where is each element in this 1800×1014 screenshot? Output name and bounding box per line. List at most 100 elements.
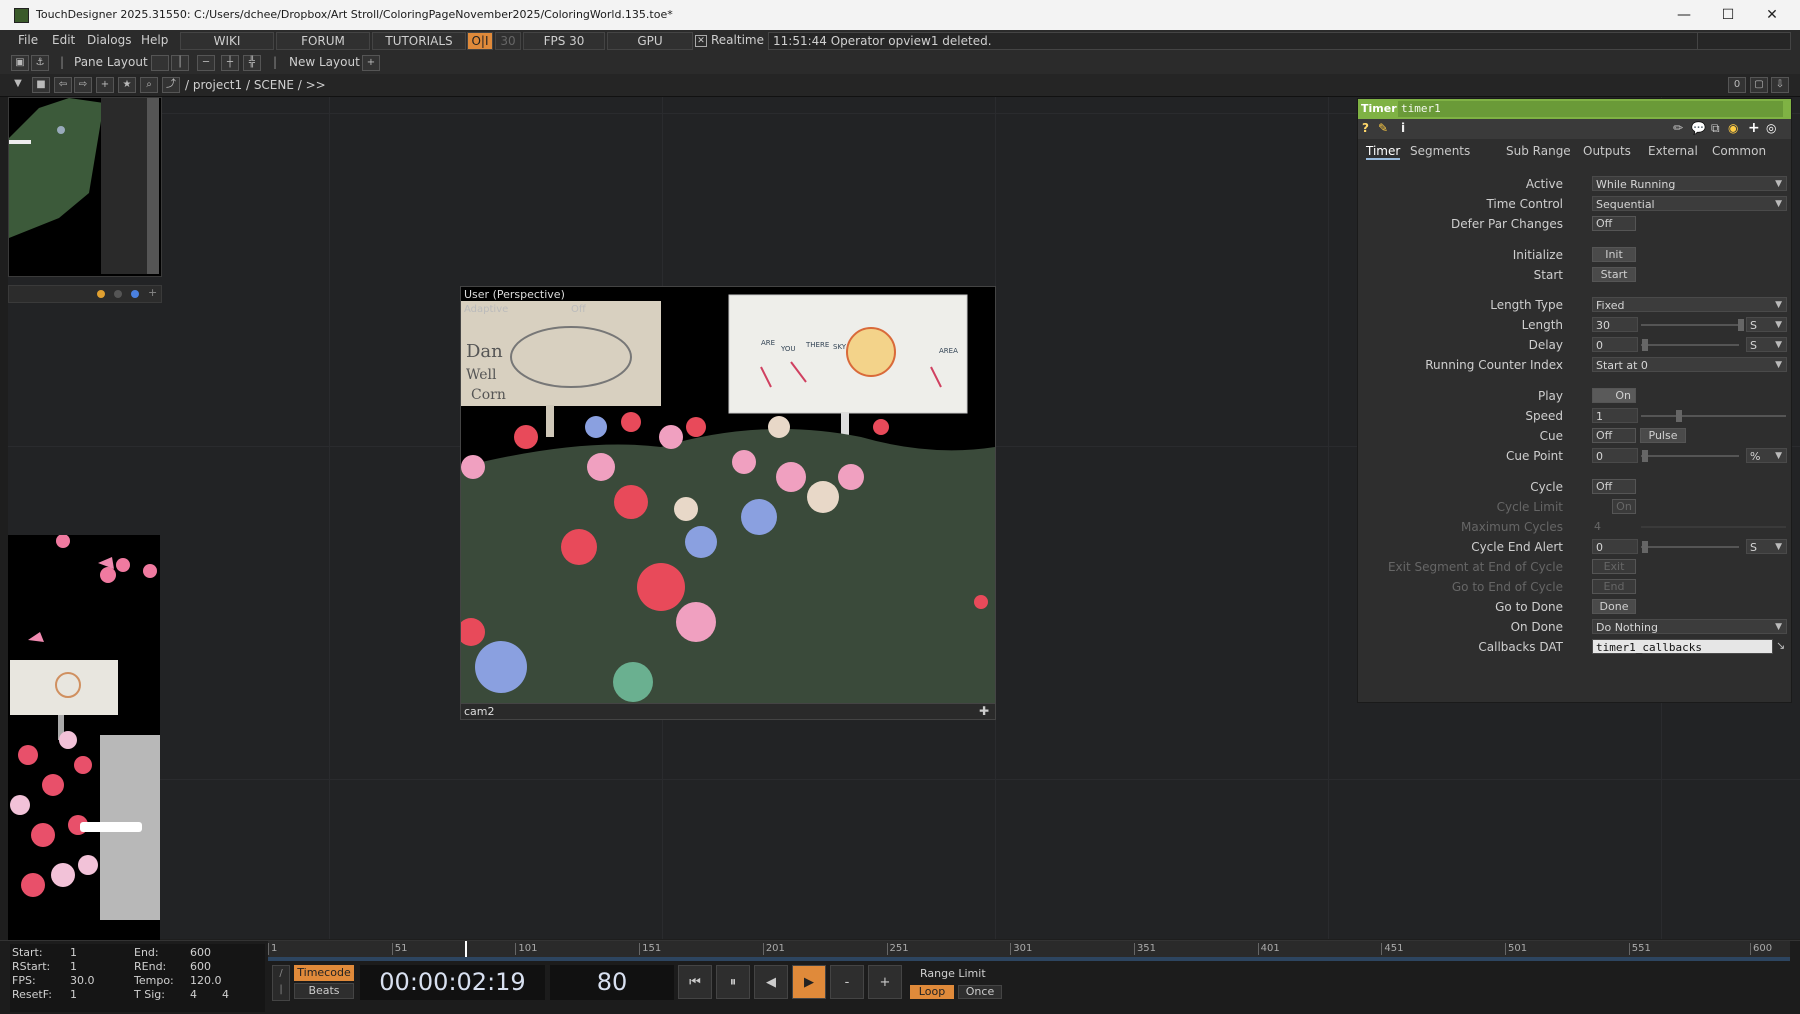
viewer-add-icon[interactable]: ✚: [979, 704, 989, 718]
exit-button[interactable]: Exit: [1592, 559, 1636, 574]
length-unit-dropdown[interactable]: S ▼: [1746, 317, 1787, 332]
layout-split-h-icon[interactable]: ─: [197, 55, 215, 71]
close-button[interactable]: ✕: [1750, 5, 1794, 25]
new-layout-label[interactable]: New Layout: [289, 55, 360, 69]
max-cycles-value[interactable]: 4: [1594, 520, 1601, 533]
help-icon[interactable]: ?: [1362, 121, 1369, 135]
step-back-button[interactable]: ◀: [754, 965, 788, 999]
step-plus-button[interactable]: +: [868, 965, 902, 999]
max-cycles-slider[interactable]: [1641, 526, 1786, 528]
comment-icon[interactable]: 💬: [1691, 121, 1706, 135]
rewind-button[interactable]: ⏮: [678, 965, 712, 999]
python-script-icon[interactable]: ◉: [1728, 121, 1738, 135]
on-done-dropdown[interactable]: Do Nothing ▼: [1592, 619, 1787, 634]
cue-point-slider[interactable]: [1641, 455, 1739, 457]
tab-sub-range[interactable]: Sub Range: [1506, 144, 1571, 158]
target-icon[interactable]: ◎: [1766, 121, 1776, 135]
length-slider-knob[interactable]: [1738, 319, 1744, 331]
timecode-button[interactable]: Timecode: [294, 965, 354, 981]
node-preview-top[interactable]: [8, 97, 162, 277]
layout-quad-icon[interactable]: ╬: [243, 55, 261, 71]
frame-display[interactable]: 80: [550, 965, 674, 1000]
rstart-value[interactable]: 1: [70, 960, 77, 973]
link-icon[interactable]: ↘: [1776, 639, 1785, 652]
layout-single-icon[interactable]: [151, 55, 169, 71]
pulse-button[interactable]: Pulse: [1640, 428, 1686, 443]
timecode-display[interactable]: 00:00:02:19: [360, 965, 545, 1000]
cue-point-field[interactable]: 0: [1592, 448, 1638, 463]
realtime-checkbox[interactable]: ✕: [695, 35, 707, 47]
length-slider[interactable]: [1641, 324, 1739, 326]
resetf-value[interactable]: 1: [70, 988, 77, 1001]
gpu-button[interactable]: GPU: [607, 32, 693, 50]
tab-outputs[interactable]: Outputs: [1583, 144, 1631, 158]
end-button[interactable]: End: [1592, 579, 1636, 594]
tutorials-button[interactable]: TUTORIALS: [372, 32, 466, 50]
timeline-range-bar[interactable]: [268, 957, 1790, 961]
home-icon[interactable]: +: [96, 77, 114, 93]
start-button[interactable]: Start: [1592, 267, 1636, 282]
layout-three-icon[interactable]: ┼: [221, 55, 239, 71]
defer-toggle[interactable]: Off: [1592, 216, 1636, 231]
loop-button[interactable]: Loop: [910, 985, 954, 999]
tab-segments[interactable]: Segments: [1410, 144, 1470, 158]
menu-edit[interactable]: Edit: [52, 33, 75, 47]
anchor-icon[interactable]: ⚓: [31, 55, 49, 71]
tab-external[interactable]: External: [1648, 144, 1698, 158]
start-value[interactable]: 1: [70, 946, 77, 959]
breadcrumb[interactable]: / project1 / SCENE / >>: [185, 78, 326, 92]
tsig-a-value[interactable]: 4: [190, 988, 197, 1001]
play-toggle[interactable]: On: [1592, 388, 1636, 403]
callbacks-dat-field[interactable]: timer1_callbacks: [1592, 639, 1773, 654]
cycle-end-alert-unit[interactable]: S ▼: [1746, 539, 1787, 554]
search-icon[interactable]: ⌕: [140, 77, 158, 93]
cue-toggle[interactable]: Off: [1592, 428, 1636, 443]
op-name-field[interactable]: timer1: [1398, 101, 1783, 117]
cycle-toggle[interactable]: Off: [1592, 479, 1636, 494]
cycle-end-alert-slider[interactable]: [1641, 546, 1739, 548]
cue-point-slider-knob[interactable]: [1642, 450, 1648, 462]
camera-viewer[interactable]: Dan Well Corn ARE YOU THERE SKY AREA Use…: [457, 286, 996, 705]
minimize-button[interactable]: —: [1662, 5, 1706, 25]
pause-button[interactable]: ⏸: [716, 965, 750, 999]
clone-icon[interactable]: ⧉: [1711, 121, 1720, 136]
edit-icon[interactable]: ✏: [1673, 121, 1683, 135]
delay-slider[interactable]: [1641, 344, 1739, 346]
timeline-ruler[interactable]: 1 51 101 151 201 251 301 351 401 451 501 551 600: [268, 941, 1790, 957]
add-layout-icon[interactable]: +: [362, 55, 380, 71]
running-counter-dropdown[interactable]: Start at 0 ▼: [1592, 357, 1787, 372]
cycle-limit-toggle[interactable]: On: [1612, 499, 1636, 514]
pin-icon[interactable]: ⇩: [1771, 77, 1789, 93]
rend-value[interactable]: 600: [190, 960, 211, 973]
length-type-dropdown[interactable]: Fixed ▼: [1592, 297, 1787, 312]
tab-timer[interactable]: Timer: [1366, 144, 1401, 160]
end-value[interactable]: 600: [190, 946, 211, 959]
tab-common[interactable]: Common: [1712, 144, 1766, 158]
init-button[interactable]: Init: [1592, 247, 1636, 262]
cue-point-unit-dropdown[interactable]: % ▼: [1746, 448, 1787, 463]
once-button[interactable]: Once: [958, 985, 1002, 999]
python-icon[interactable]: ✎: [1378, 121, 1388, 135]
add-icon[interactable]: +: [148, 286, 157, 299]
cycle-end-alert-field[interactable]: 0: [1592, 539, 1638, 554]
oi-button[interactable]: O|I: [467, 32, 493, 50]
layout-split-v-icon[interactable]: │: [171, 55, 189, 71]
tempo-value[interactable]: 120.0: [190, 974, 222, 987]
beats-button[interactable]: Beats: [294, 983, 354, 999]
wiki-button[interactable]: WIKI: [180, 32, 274, 50]
menu-help[interactable]: Help: [141, 33, 168, 47]
cycle-end-alert-knob[interactable]: [1642, 541, 1648, 553]
done-button[interactable]: Done: [1592, 599, 1636, 614]
parent-icon[interactable]: ⤴: [162, 77, 180, 93]
back-icon[interactable]: ⇦: [54, 77, 72, 93]
forum-button[interactable]: FORUM: [276, 32, 370, 50]
stop-icon[interactable]: ■: [32, 77, 50, 93]
delay-slider-knob[interactable]: [1642, 339, 1648, 351]
speed-slider-knob[interactable]: [1676, 410, 1682, 422]
menu-dialogs[interactable]: Dialogs: [87, 33, 131, 47]
time-control-dropdown[interactable]: Sequential ▼: [1592, 196, 1787, 211]
bypass-flag-icon[interactable]: [114, 290, 122, 298]
timeline-mode-toggle[interactable]: / |: [272, 965, 290, 1001]
dropdown-icon[interactable]: ▼: [10, 77, 26, 91]
add-param-icon[interactable]: +: [1748, 120, 1760, 136]
